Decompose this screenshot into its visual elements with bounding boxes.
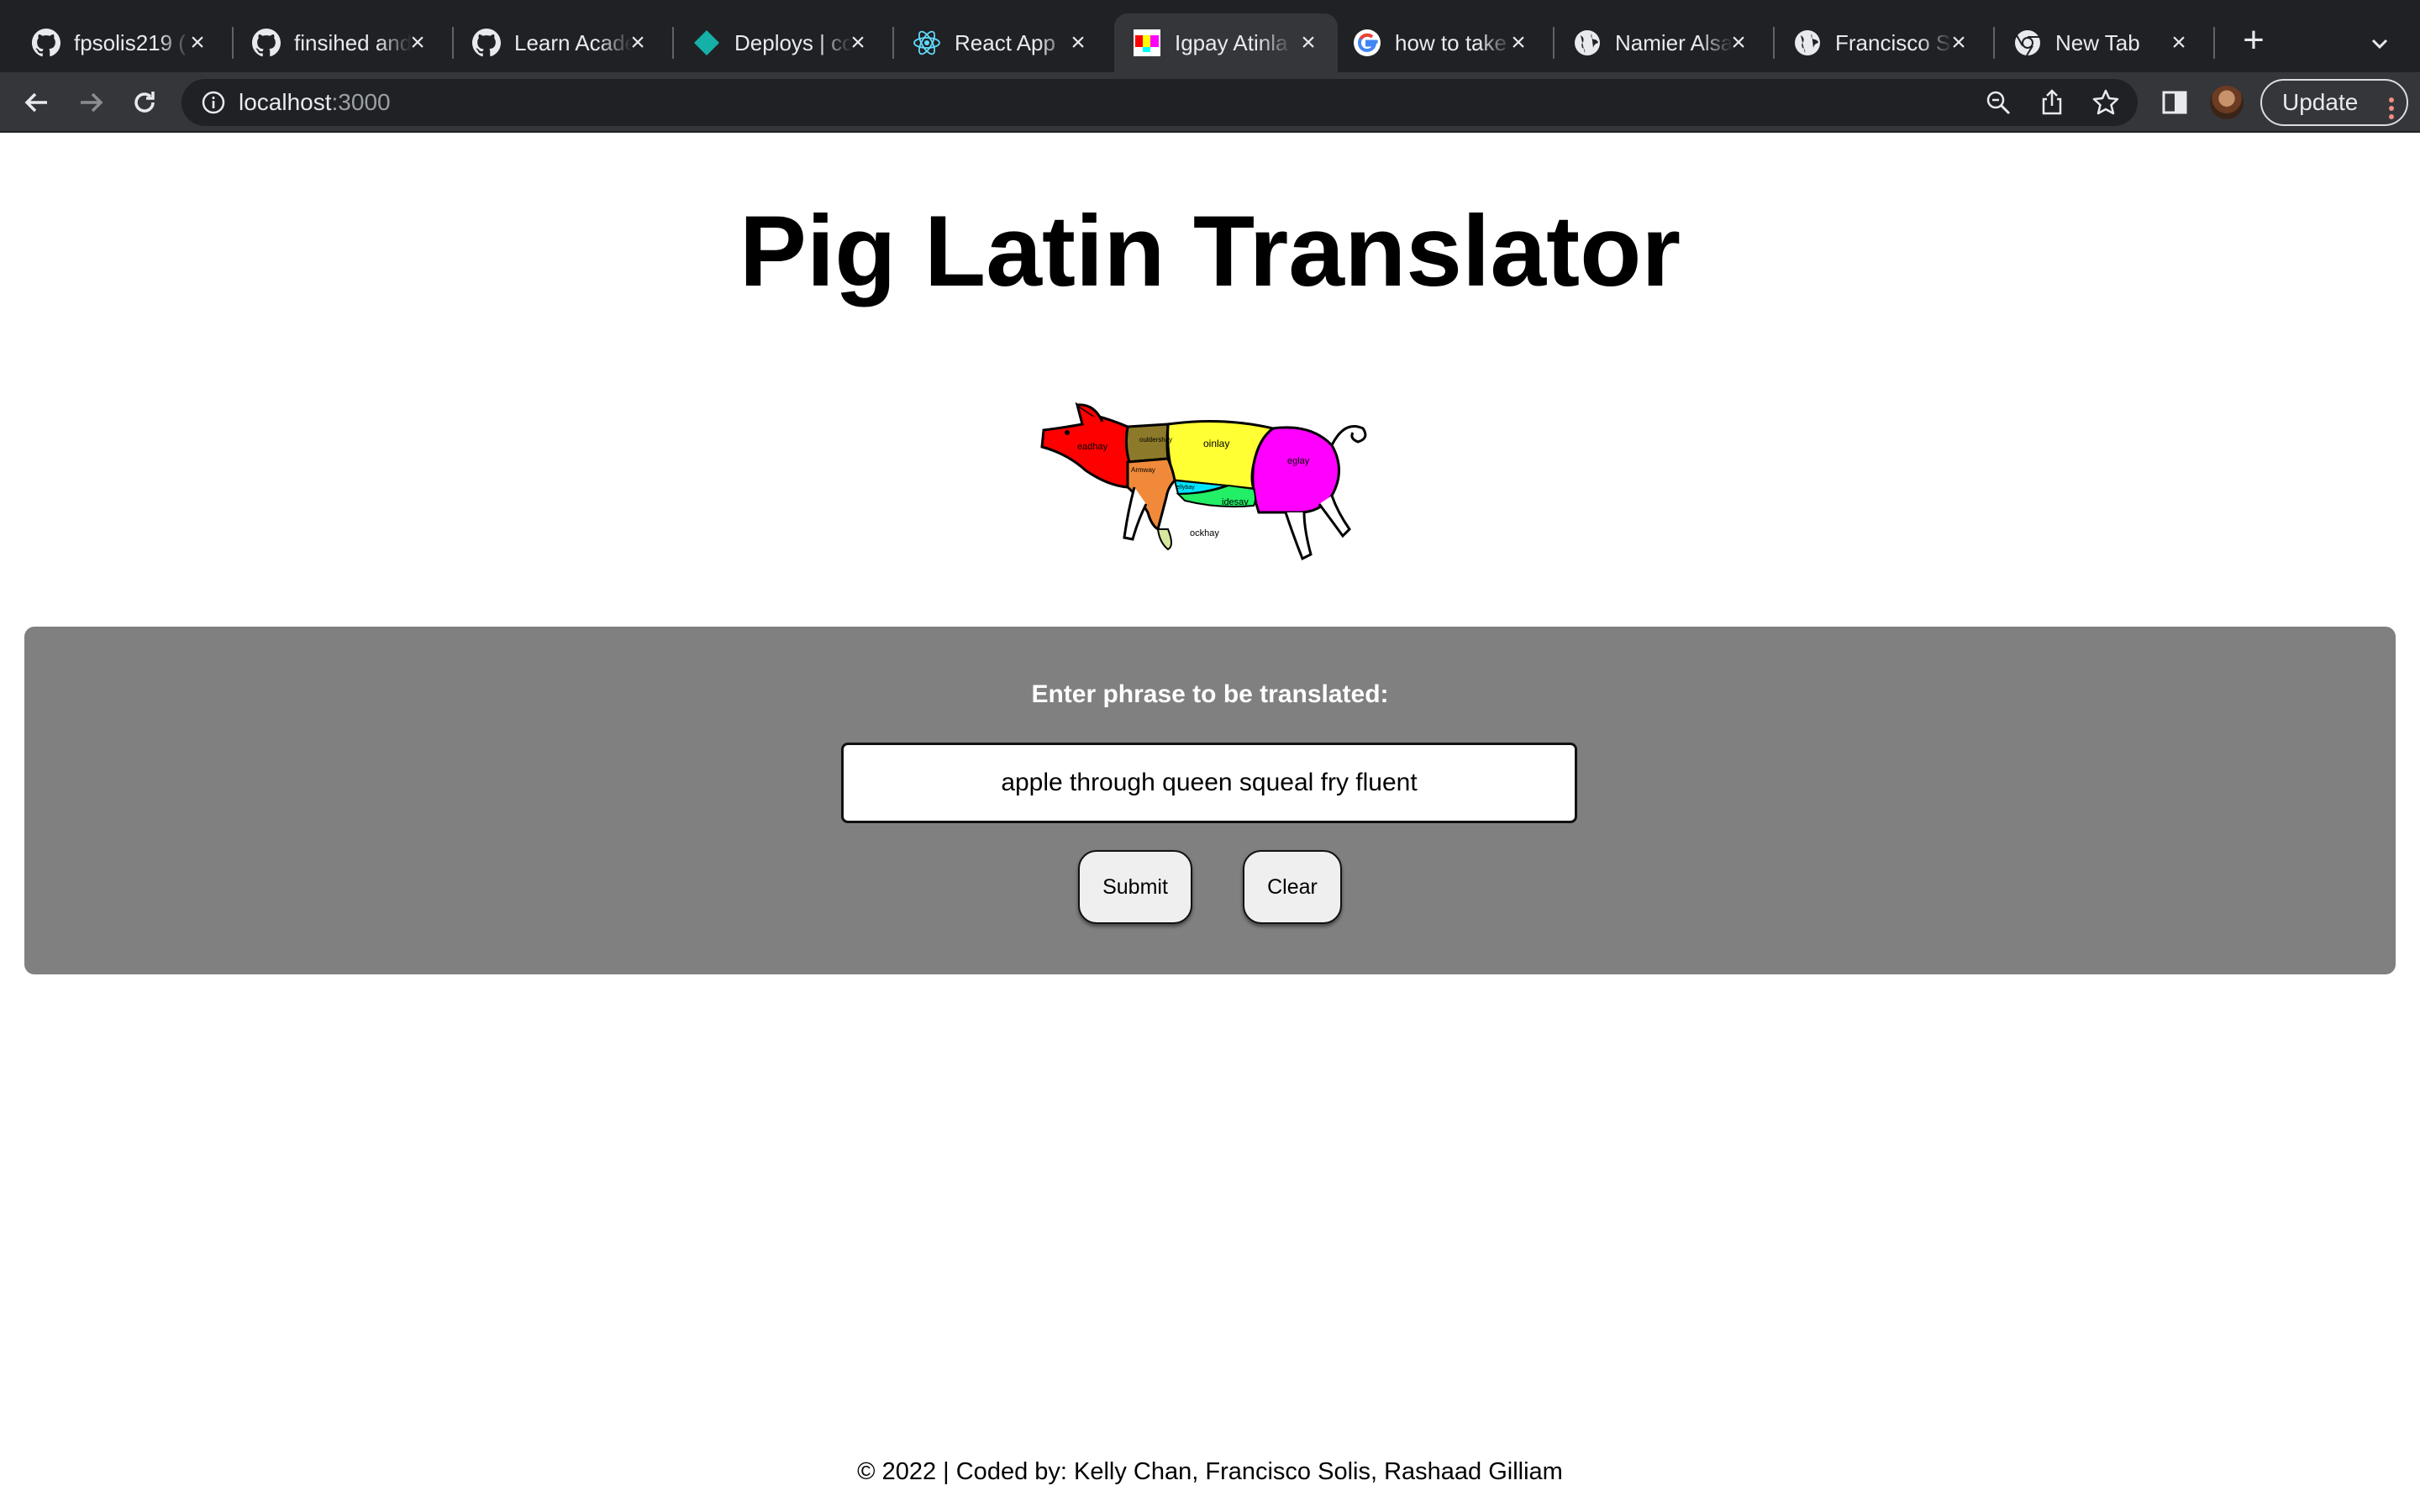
globe-icon (1573, 29, 1602, 57)
phrase-input[interactable] (841, 743, 1577, 823)
update-label: Update (2282, 89, 2359, 115)
close-tab-icon[interactable]: × (1724, 29, 1753, 57)
close-tab-icon[interactable]: × (403, 29, 432, 57)
tab-namier[interactable]: Namier Alsa × (1541, 13, 1768, 72)
close-tab-icon[interactable]: × (1504, 29, 1533, 57)
pig-label-belly: ellybay (1176, 485, 1195, 491)
translator-panel: Enter phrase to be translated: Submit Cl… (24, 627, 2396, 974)
browser-tabstrip: fpsolis219 ( × finsihed and × Learn Acad… (0, 0, 2420, 76)
url-text: localhost:3000 (239, 87, 391, 118)
tab-label: Igpay Atinla (1175, 29, 1292, 56)
reload-icon[interactable] (126, 84, 163, 121)
browser-toolbar: localhost:3000 Update (0, 72, 2420, 133)
google-icon (1353, 29, 1381, 57)
tab-label: how to take (1395, 29, 1512, 56)
site-info-icon[interactable] (198, 87, 229, 118)
chrome-divider (0, 131, 2420, 133)
tab-francisco[interactable]: Francisco S × (1761, 13, 1988, 72)
close-tab-icon[interactable]: × (1294, 29, 1323, 57)
tab-label: New Tab (2055, 29, 2173, 56)
pig-hock-region (1156, 528, 1172, 551)
pig-favicon-icon (1133, 29, 1161, 57)
chevron-down-icon[interactable] (2363, 27, 2396, 60)
clear-button[interactable]: Clear (1243, 850, 1342, 924)
globe-icon (1793, 29, 1822, 57)
close-tab-icon[interactable]: × (183, 29, 212, 57)
pig-label-leg: eglay (1287, 456, 1310, 466)
zoom-icon[interactable] (1983, 87, 2013, 118)
chrome-icon (2013, 29, 2042, 57)
tab-igpay-atinla[interactable]: Igpay Atinla × (1114, 13, 1338, 72)
github-icon (32, 29, 60, 57)
address-bar[interactable]: localhost:3000 (182, 79, 2138, 126)
page-title: Pig Latin Translator (739, 195, 1681, 307)
tab-finished[interactable]: finsihed and × (220, 13, 447, 72)
pig-diagram-image: eadhay ouldershay oinlay eglay Armway el… (1040, 402, 1367, 561)
url-host: localhost (239, 89, 332, 115)
submit-button[interactable]: Submit (1078, 850, 1192, 924)
url-port: :3000 (331, 89, 391, 115)
tab-separator (2213, 27, 2215, 59)
pig-label-side: idesay (1222, 497, 1249, 507)
netlify-icon (692, 29, 721, 57)
pig-label-head: eadhay (1077, 442, 1108, 452)
more-menu-icon[interactable] (2388, 91, 2395, 119)
pig-label-shoulder: ouldershay (1139, 436, 1172, 444)
tab-how-to-take[interactable]: how to take × (1321, 13, 1548, 72)
back-arrow-icon[interactable] (18, 84, 55, 121)
forward-arrow-icon[interactable] (72, 84, 109, 121)
close-tab-icon[interactable]: × (1064, 29, 1092, 57)
tab-label: Francisco S (1835, 29, 1953, 56)
page-footer: © 2022 | Coded by: Kelly Chan, Francisco… (857, 1458, 1563, 1485)
github-icon (472, 29, 501, 57)
tab-label: Learn Acade (514, 29, 632, 56)
phrase-prompt-label: Enter phrase to be translated: (1031, 680, 1389, 708)
github-icon (252, 29, 281, 57)
new-tab-plus-icon[interactable]: + (2235, 22, 2272, 60)
tab-label: Namier Alsa (1615, 29, 1733, 56)
pig-label-arm: Armway (1131, 466, 1155, 474)
bookmark-star-icon[interactable] (2091, 87, 2121, 118)
profile-avatar[interactable] (2210, 86, 2244, 119)
tab-deploys[interactable]: Deploys | co × (660, 13, 887, 72)
tab-label: React App (955, 29, 1072, 56)
tab-fpsolis219[interactable]: fpsolis219 ( × (0, 13, 227, 72)
tab-react-app[interactable]: React App × (881, 13, 1107, 72)
pig-label-loin: oinlay (1203, 438, 1229, 449)
pig-label-hock: ockhay (1190, 528, 1219, 538)
close-tab-icon[interactable]: × (1944, 29, 1973, 57)
tab-label: finsihed and (294, 29, 412, 56)
tab-new-tab[interactable]: New Tab × (1981, 13, 2208, 72)
tab-learn-academy[interactable]: Learn Acade × (440, 13, 667, 72)
react-icon (913, 29, 941, 57)
side-panel-icon[interactable] (2156, 84, 2193, 121)
update-button[interactable]: Update (2260, 79, 2408, 126)
tab-label: fpsolis219 ( (74, 29, 192, 56)
close-tab-icon[interactable]: × (2165, 29, 2193, 57)
share-icon[interactable] (2037, 87, 2067, 118)
close-tab-icon[interactable]: × (844, 29, 872, 57)
close-tab-icon[interactable]: × (623, 29, 652, 57)
tab-label: Deploys | co (734, 29, 852, 56)
